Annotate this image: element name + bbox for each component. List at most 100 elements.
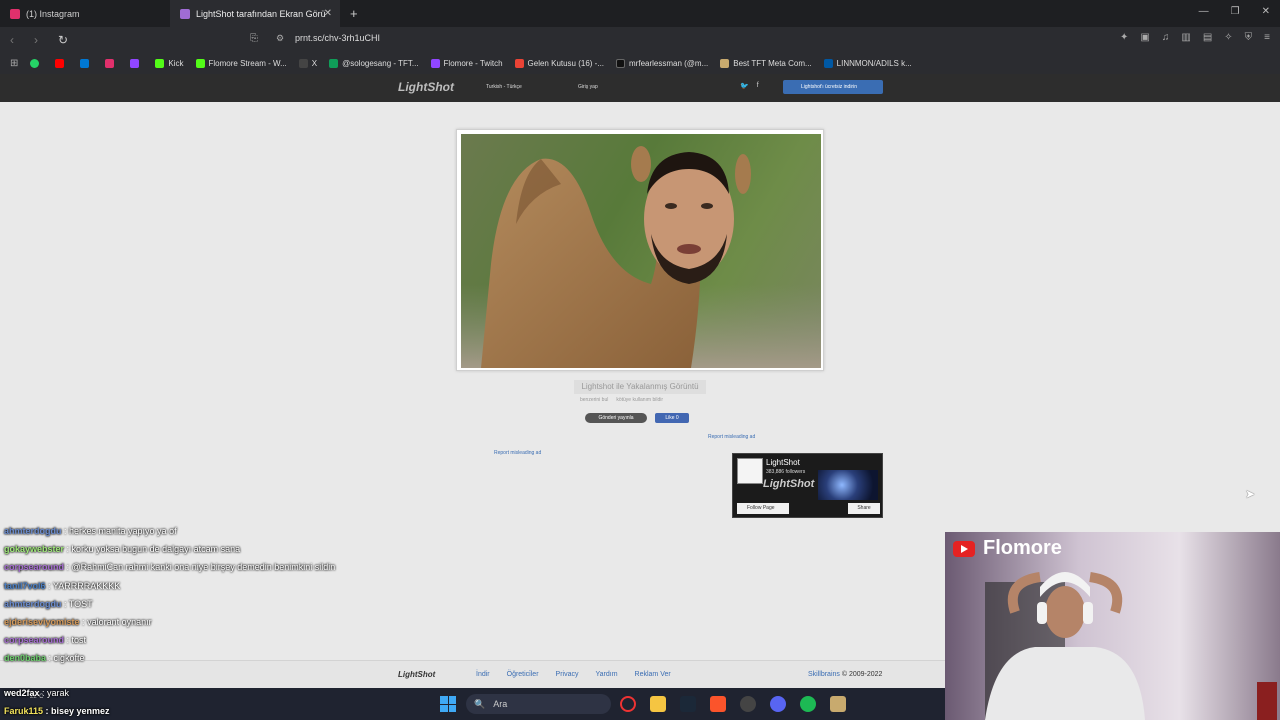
ai-icon[interactable]: ✧ [1224, 32, 1232, 43]
report-abuse-link[interactable]: kötüye kullanım bildir [616, 397, 663, 403]
sidebar-icon[interactable]: ▥ [1181, 32, 1190, 43]
league-icon[interactable] [830, 696, 846, 712]
search-placeholder: Ara [493, 699, 508, 709]
steam-icon[interactable] [680, 696, 696, 712]
lightshot-logo[interactable]: LightShot [398, 80, 454, 94]
chat-message: ahmterdogdu : herkes manita yapıyo ya of [4, 526, 177, 536]
bookmark-item[interactable]: @sologesang - TFT... [329, 58, 419, 68]
chat-message: corpsearound : tost [4, 635, 87, 645]
chat-message: wed2fax : yarak [4, 688, 70, 698]
fb-cover-image [818, 470, 878, 500]
tab-instagram[interactable]: (1) Instagram [0, 0, 170, 27]
image-actions: benzerini bul kötüye kullanım bildir [580, 397, 663, 403]
brave-icon[interactable] [710, 696, 726, 712]
restore-icon[interactable]: ❐ [1231, 6, 1240, 17]
instagram-icon [10, 8, 20, 19]
bookmark-item[interactable]: Flomore Stream - W... [195, 58, 287, 68]
tab-lightshot[interactable]: LightShot tarafından Ekran Görü ✕ [170, 0, 340, 27]
screenshot-image[interactable] [461, 134, 821, 368]
facebook-icon[interactable]: f [757, 82, 759, 90]
footer-logo[interactable]: LightShot [398, 670, 435, 679]
screenshot-frame [456, 129, 824, 371]
tab-label: (1) Instagram [26, 8, 80, 19]
chat-message: ejderiseviyomiste : valorant oynanır [4, 617, 152, 627]
stream-chat-overlay-bottom: wed2fax : yarak Faruk115 : bisey yenmez [0, 684, 360, 720]
social-links: 🐦 f [740, 82, 759, 90]
lightshot-avatar[interactable] [737, 458, 763, 484]
youtube-icon[interactable] [55, 58, 65, 68]
music-icon[interactable]: ♫ [1162, 32, 1170, 43]
site-settings-icon[interactable]: ⚙ [276, 33, 284, 44]
whatsapp-icon[interactable] [30, 58, 40, 68]
follow-page-button[interactable]: Follow Page [737, 503, 789, 514]
folder-icon[interactable] [650, 696, 666, 712]
mouse-cursor-icon: ➤ [1245, 487, 1256, 501]
close-window-icon[interactable]: ✕ [1262, 6, 1270, 17]
browser-tab-bar: (1) Instagram LightShot tarafından Ekran… [0, 0, 1280, 27]
chat-message: gokaywebster : korku yoksa bugun de dalg… [4, 544, 241, 554]
stream-chat-overlay: ahmterdogdu : herkes manita yapıyo ya of… [0, 522, 360, 667]
chat-message: tanil7vol6 : YARRRRAKKKK [4, 581, 121, 591]
fb-cover-logo: LightShot [763, 478, 815, 490]
bookmark-item[interactable]: Gelen Kutusu (16) -... [514, 58, 604, 68]
footer-links: İndir Öğretici̇ler Privacy Yardım Reklam… [476, 671, 671, 678]
back-icon[interactable]: ‹ [10, 33, 24, 47]
bookmark-item[interactable]: LINNMON/ADILS k... [823, 58, 912, 68]
lightshot-header: LightShot Turkish - Türkçe Giriş yap 🐦 f… [0, 74, 1280, 102]
tweet-button[interactable]: Gönderi yayınla [585, 413, 647, 423]
twitch-icon[interactable] [130, 58, 140, 68]
url-input[interactable]: prnt.sc/chv-3rh1uCHI [295, 33, 380, 43]
bookmarks-bar: ⊞ Kick Flomore Stream - W... X @sologesa… [0, 52, 1280, 74]
menu-icon[interactable]: ≡ [1264, 32, 1270, 43]
outlook-icon[interactable] [80, 58, 90, 68]
tab-label: LightShot tarafından Ekran Görü [196, 8, 326, 19]
report-ad-link[interactable]: Report misleading ad [708, 434, 755, 440]
fb-page-name[interactable]: LightShot [766, 458, 800, 467]
footer-link[interactable]: Yardım [595, 671, 617, 678]
windows-start-icon[interactable] [440, 696, 456, 712]
footer-link[interactable]: Privacy [556, 671, 579, 678]
bookmark-item[interactable]: Best TFT Meta Com... [720, 58, 812, 68]
puzzle-icon[interactable]: ✦ [1120, 32, 1128, 43]
footer-link[interactable]: Reklam Ver [635, 671, 671, 678]
footer-link[interactable]: Öğretici̇ler [507, 671, 539, 678]
instagram-icon[interactable] [105, 58, 115, 68]
report-ad-link[interactable]: Report misleading ad [494, 450, 541, 456]
twitter-icon[interactable]: 🐦 [740, 82, 749, 90]
facebook-like-button[interactable]: Like 0 [655, 413, 689, 423]
camel-photo [461, 146, 821, 368]
taskbar-apps [620, 696, 846, 712]
bookmark-item[interactable]: X [298, 58, 317, 68]
vpn-icon[interactable]: ⛨ [1245, 32, 1253, 43]
fb-followers: 383,886 followers [766, 469, 806, 475]
forward-icon[interactable]: › [34, 33, 48, 47]
footer-link[interactable]: İndir [476, 671, 490, 678]
discord-icon[interactable] [770, 696, 786, 712]
opera-icon[interactable] [620, 696, 636, 712]
share-button[interactable]: Share [848, 503, 880, 514]
taskbar-search[interactable]: 🔍 Ara [466, 694, 611, 714]
extension-icons: ✦ ▣ ♫ ▥ ▤ ✧ ⛨ ≡ [1120, 32, 1270, 43]
facebook-page-widget: LightShot 383,886 followers LightShot Fo… [732, 453, 883, 518]
bookmark-item[interactable]: mrfearlessman (@m... [616, 58, 708, 68]
bookmark-item[interactable]: Kick [155, 58, 184, 68]
spotify-icon[interactable] [800, 696, 816, 712]
login-link[interactable]: Giriş yap [578, 84, 598, 90]
close-tab-icon[interactable]: ✕ [324, 8, 332, 19]
image-caption: Lightshot ile Yakalanmış Görüntü [574, 380, 706, 394]
webcam-overlay: Flomore [945, 532, 1280, 720]
skillbrains-link[interactable]: Skillbrains [808, 671, 840, 678]
language-selector[interactable]: Turkish - Türkçe [486, 84, 522, 90]
apps-grid-icon[interactable]: ⊞ [10, 58, 18, 69]
app-icon[interactable] [740, 696, 756, 712]
copyright-text: © 2009-2022 [841, 671, 883, 678]
wallet-icon[interactable]: ▤ [1203, 32, 1212, 43]
bookmark-icon[interactable]: ⎘ [250, 33, 258, 44]
bookmark-item[interactable]: Flomore - Twitch [430, 58, 503, 68]
download-button[interactable]: Lightshot'ı ücretsiz indirin [783, 80, 883, 94]
find-similar-link[interactable]: benzerini bul [580, 397, 608, 403]
minimize-icon[interactable]: — [1199, 6, 1209, 17]
screenshot-icon[interactable]: ▣ [1140, 32, 1149, 43]
new-tab-button[interactable]: + [350, 6, 358, 21]
reload-icon[interactable]: ↻ [58, 33, 72, 47]
